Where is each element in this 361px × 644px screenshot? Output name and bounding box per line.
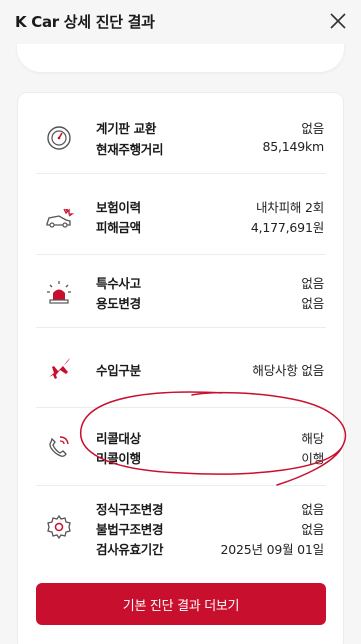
label-insurance-history: 보험이력 [96, 200, 141, 215]
car-crash-icon [37, 196, 81, 240]
label-dashboard-replacement: 계기판 교환 [96, 121, 157, 136]
label-illegal-modification: 불법구조변경 [96, 522, 164, 537]
more-results-button[interactable]: 기본 진단 결과 더보기 [36, 583, 326, 625]
divider [36, 485, 326, 486]
close-icon[interactable] [329, 12, 347, 30]
value-insurance-history: 내차피해 2회 [255, 200, 324, 215]
siren-icon [37, 270, 81, 314]
divider [36, 254, 326, 255]
header: K Car 상세 진단 결과 [0, 0, 361, 44]
divider [36, 327, 326, 328]
value-legal-modification: 없음 [301, 502, 324, 517]
value-recall-fulfilled: 이행 [301, 451, 324, 466]
gear-icon [37, 505, 81, 549]
divider [36, 407, 326, 408]
label-damage-amount: 피해금액 [96, 220, 141, 235]
value-inspection-validity: 2025년 09월 01일 [220, 542, 325, 557]
page-title: K Car 상세 진단 결과 [15, 13, 155, 31]
recall-phone-icon [37, 424, 81, 468]
label-mileage: 현재주행거리 [96, 142, 164, 157]
value-import-type: 해당사항 없음 [252, 363, 324, 378]
value-special-accident: 없음 [301, 276, 324, 291]
value-damage-amount: 4,177,691원 [250, 220, 324, 235]
value-illegal-modification: 없음 [301, 522, 324, 537]
label-legal-modification: 정식구조변경 [96, 502, 164, 517]
gauge-icon [37, 116, 81, 160]
airplane-icon [37, 346, 81, 390]
label-import-type: 수입구분 [96, 363, 141, 378]
value-mileage: 85,149km [262, 139, 324, 154]
label-recall-fulfilled: 리콜이행 [96, 451, 141, 466]
divider [36, 173, 326, 174]
label-inspection-validity: 검사유효기간 [96, 542, 164, 557]
label-recall-target: 리콜대상 [96, 431, 141, 446]
value-recall-target: 해당 [301, 431, 324, 446]
label-use-change: 용도변경 [96, 296, 141, 311]
label-special-accident: 특수사고 [96, 276, 141, 291]
value-use-change: 없음 [301, 296, 324, 311]
value-dashboard-replacement: 없음 [301, 121, 324, 136]
